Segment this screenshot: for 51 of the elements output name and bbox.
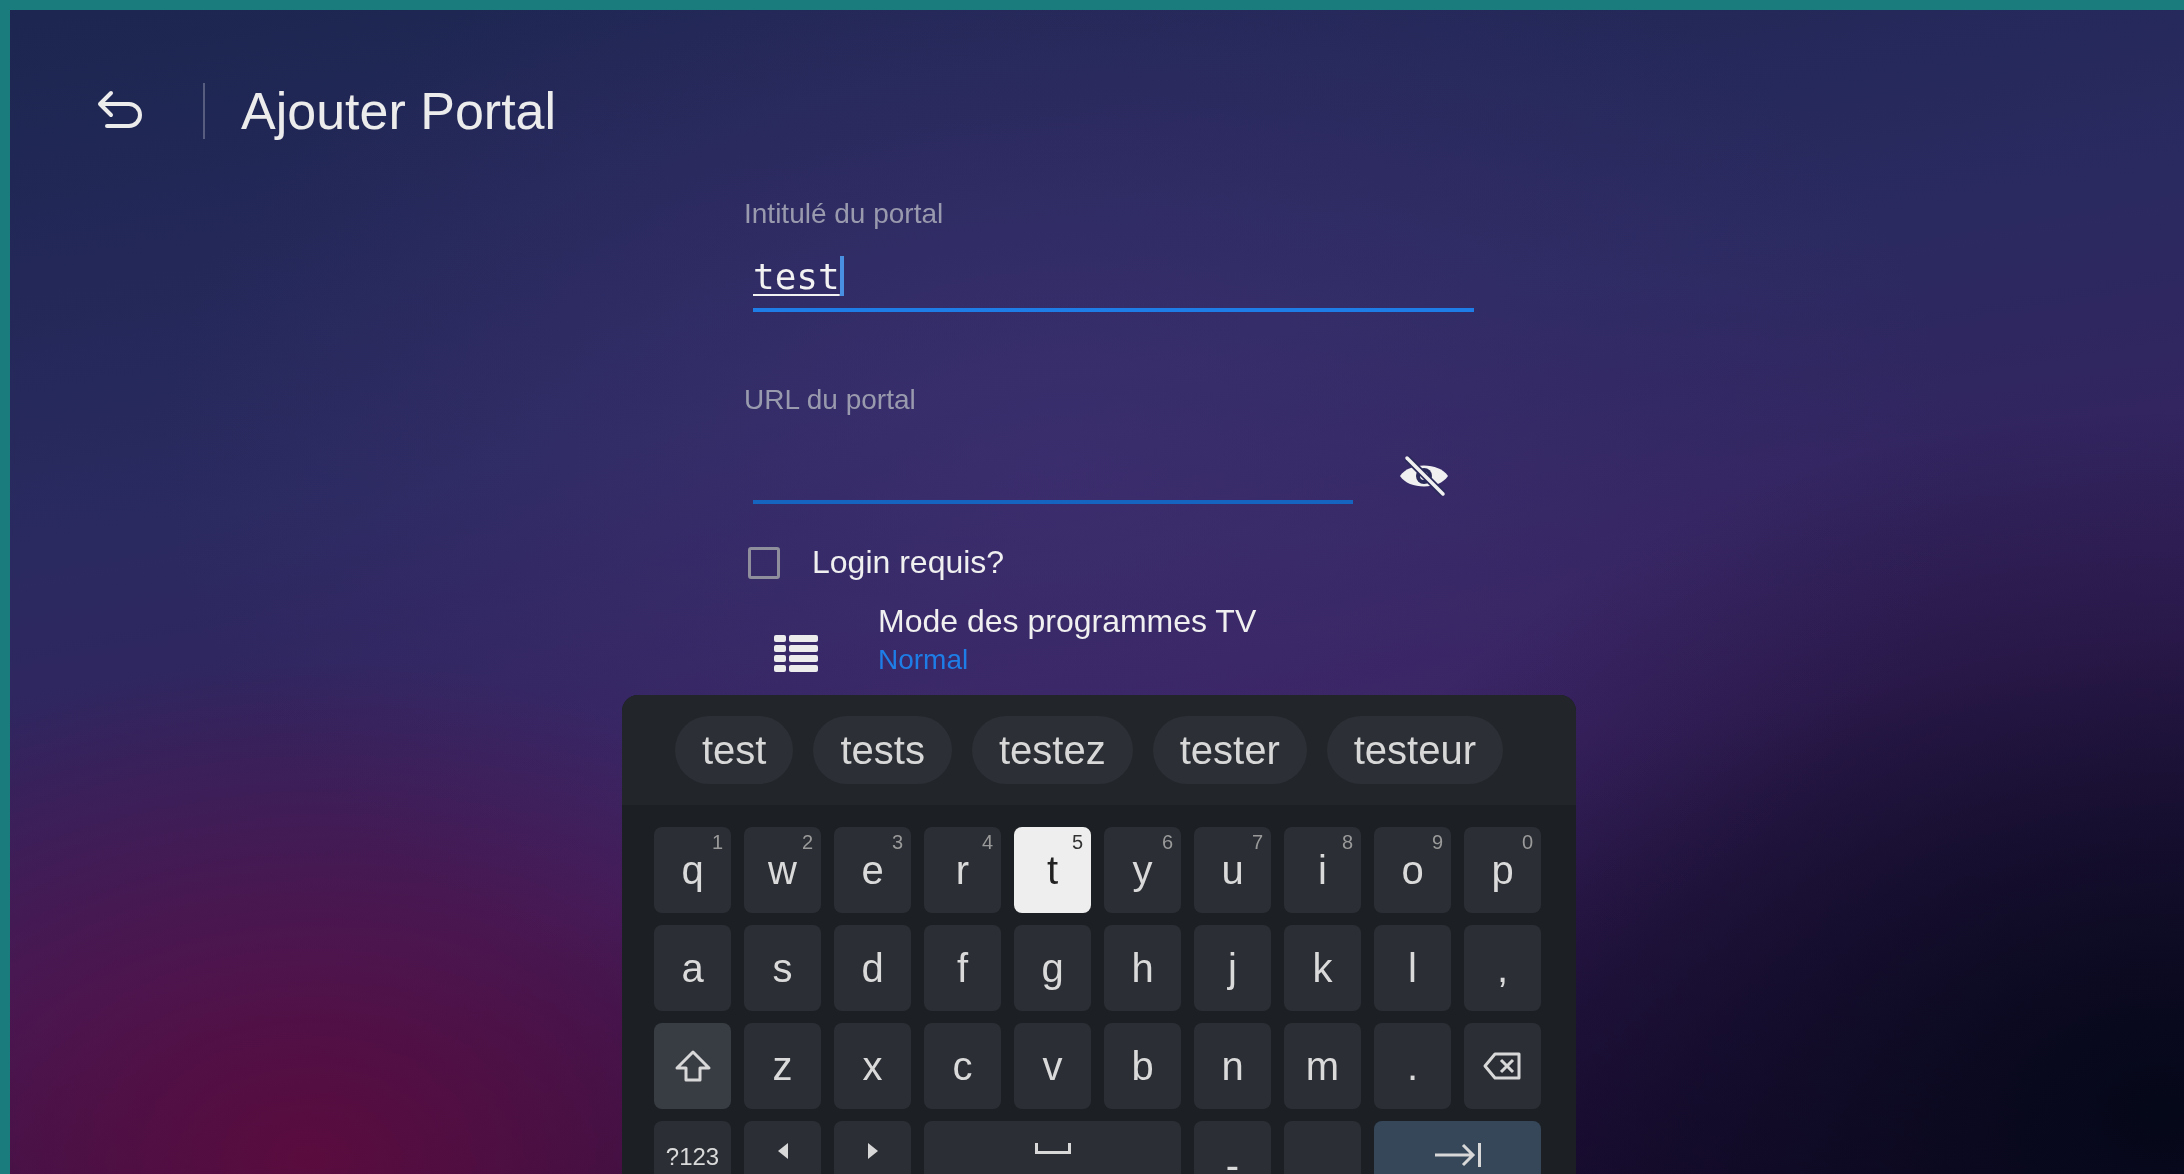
keyboard-key[interactable]: n [1194,1023,1271,1109]
keyboard-key[interactable]: u 7 [1194,827,1271,913]
keyboard-key[interactable]: h [1104,925,1181,1011]
keyboard-key[interactable] [1464,1023,1541,1109]
checkbox-label: Login requis? [812,544,1005,581]
keyboard-key[interactable] [654,1023,731,1109]
keyboard-key[interactable]: f [924,925,1001,1011]
left-arrow-icon [777,1143,788,1159]
space-icon [1034,1143,1071,1154]
keyboard-key[interactable]: s [744,925,821,1011]
keyboard-key[interactable]: , [1464,925,1541,1011]
keyboard-key[interactable]: b [1104,1023,1181,1109]
keyboard-key[interactable]: e 3 [834,827,911,913]
keyboard-key[interactable]: z [744,1023,821,1109]
checkbox[interactable] [748,546,780,579]
suggestion-chip[interactable]: test [675,716,794,784]
list-icon [772,633,820,675]
page-title: Ajouter Portal [241,81,557,141]
keyboard-key[interactable]: c [924,1023,1001,1109]
keyboard-key[interactable]: w 2 [744,827,821,913]
field-label: URL du portal [744,384,917,416]
keyboard-key[interactable]: j [1194,925,1271,1011]
keyboard-key[interactable]: o 9 [1374,827,1451,913]
field-label: Intitulé du portal [744,198,945,230]
title-input-field[interactable]: test [753,244,1474,312]
suggestion-chip[interactable]: testez [971,716,1133,784]
keyboard-key[interactable]: k [1284,925,1361,1011]
tab-arrow-icon [1434,1143,1481,1167]
keyboard-key[interactable]: r 4 [924,827,1001,913]
keyboard-key[interactable]: . [1374,1023,1451,1109]
setting-value: Normal [878,644,970,676]
keyboard-key[interactable]: ?123 [654,1121,731,1174]
keyboard-key[interactable]: v [1014,1023,1091,1109]
keyboard-key[interactable]: t 5 [1014,827,1091,913]
eye-off-icon[interactable] [1397,454,1451,498]
keyboard-key[interactable]: q 1 [654,827,731,913]
keyboard-key[interactable]: x [834,1023,911,1109]
right-arrow-icon [867,1143,878,1159]
suggestion-chip[interactable]: tests [813,716,952,784]
suggestion-chip[interactable]: tester [1152,716,1307,784]
keyboard-key[interactable]: l [1374,925,1451,1011]
keyboard-key[interactable]: d [834,925,911,1011]
keyboard-key[interactable]: - [1194,1121,1271,1174]
suggestion-chip[interactable]: testeur [1326,716,1504,784]
keyboard-key[interactable]: i 8 [1284,827,1361,913]
keyboard-key[interactable]: a [654,925,731,1011]
keyboard-key[interactable]: p 0 [1464,827,1541,913]
keyboard-key[interactable]: m [1284,1023,1361,1109]
keyboard-key[interactable]: y 6 [1104,827,1181,913]
setting-title[interactable]: Mode des programmes TV [878,603,1257,640]
keyboard-key[interactable]: g [1014,925,1091,1011]
